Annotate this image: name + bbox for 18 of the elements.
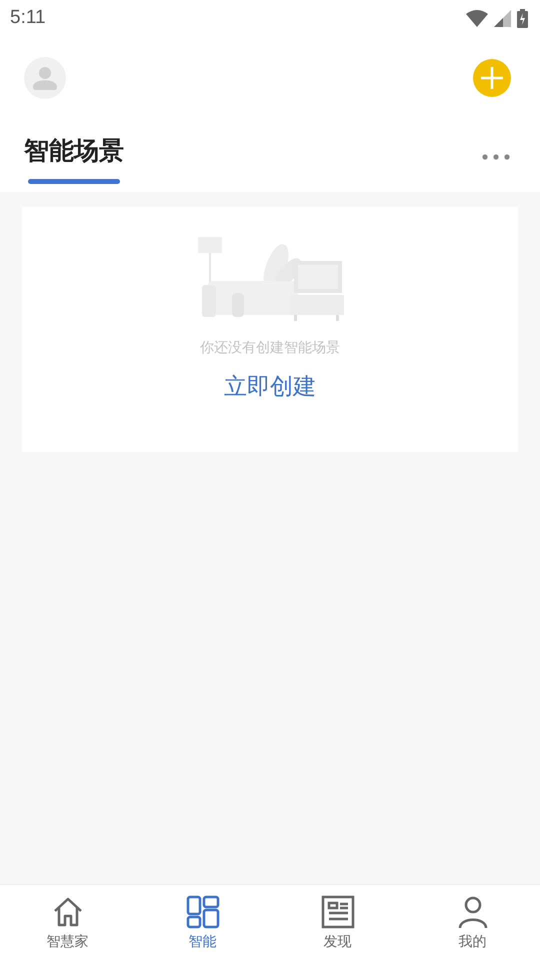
nav-tab[interactable]: 智慧家 (0, 885, 135, 960)
document-icon (320, 895, 354, 929)
nav-tab[interactable]: 智能 (135, 885, 270, 960)
nav-tab[interactable]: 发现 (270, 885, 405, 960)
wifi-icon (466, 10, 488, 26)
avatar[interactable] (24, 57, 66, 99)
empty-message: 你还没有创建智能场景 (200, 339, 340, 357)
grid-icon (186, 895, 220, 929)
create-link[interactable]: 立即创建 (224, 371, 316, 402)
more-icon (482, 154, 510, 160)
plus-icon (480, 66, 504, 90)
person-icon (33, 66, 57, 90)
add-button[interactable] (473, 59, 511, 97)
scene-tab[interactable]: 智能场景 (24, 120, 124, 184)
battery-icon (517, 8, 528, 28)
nav-tab[interactable]: 我的 (405, 885, 540, 960)
status-time: 5:11 (10, 7, 46, 29)
signal-icon (494, 10, 511, 26)
